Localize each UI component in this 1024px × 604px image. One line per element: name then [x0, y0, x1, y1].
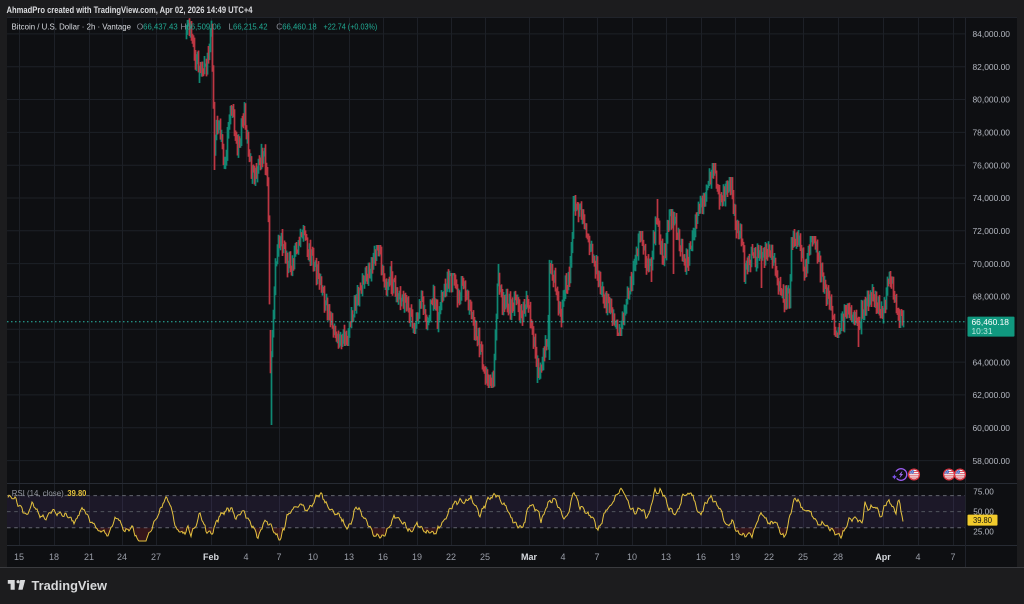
svg-text:39.80: 39.80	[973, 515, 992, 525]
svg-text:58,000.00: 58,000.00	[973, 456, 1011, 466]
svg-text:Bitcoin / U.S. Dollar · 2h · V: Bitcoin / U.S. Dollar · 2h · Vantage	[12, 21, 132, 31]
svg-text:25: 25	[798, 552, 808, 562]
svg-text:80,000.00: 80,000.00	[973, 95, 1011, 105]
svg-text:4: 4	[915, 552, 920, 562]
svg-text:O66,437.43H66,509.06L66,215.42: O66,437.43H66,509.06L66,215.42C66,460.18…	[137, 21, 378, 31]
svg-text:AhmadPro created with TradingV: AhmadPro created with TradingView.com, A…	[7, 5, 253, 15]
svg-text:19: 19	[412, 552, 422, 562]
svg-text:74,000.00: 74,000.00	[973, 193, 1011, 203]
svg-text:Apr: Apr	[875, 552, 891, 562]
svg-text:TradingView: TradingView	[32, 578, 108, 593]
svg-text:72,000.00: 72,000.00	[973, 226, 1011, 236]
svg-text:Mar: Mar	[521, 552, 538, 562]
svg-text:62,000.00: 62,000.00	[973, 390, 1011, 400]
svg-text:10:31: 10:31	[972, 326, 993, 336]
svg-text:82,000.00: 82,000.00	[973, 62, 1011, 72]
svg-text:28: 28	[833, 552, 843, 562]
svg-text:13: 13	[344, 552, 354, 562]
svg-text:15: 15	[14, 552, 24, 562]
svg-text:19: 19	[730, 552, 740, 562]
svg-text:25.00: 25.00	[973, 527, 994, 537]
svg-text:16: 16	[696, 552, 706, 562]
svg-text:22: 22	[764, 552, 774, 562]
svg-text:39.80: 39.80	[67, 489, 87, 498]
svg-text:27: 27	[151, 552, 161, 562]
svg-text:24: 24	[117, 552, 127, 562]
svg-text:4: 4	[243, 552, 248, 562]
svg-text:68,000.00: 68,000.00	[973, 292, 1011, 302]
svg-text:22: 22	[446, 552, 456, 562]
svg-text:78,000.00: 78,000.00	[973, 128, 1011, 138]
svg-text:64,000.00: 64,000.00	[973, 357, 1011, 367]
svg-text:7: 7	[950, 552, 955, 562]
svg-text:7: 7	[276, 552, 281, 562]
svg-text:Feb: Feb	[203, 552, 220, 562]
svg-text:10: 10	[308, 552, 318, 562]
svg-text:16: 16	[378, 552, 388, 562]
svg-text:84,000.00: 84,000.00	[973, 29, 1011, 39]
svg-text:18: 18	[49, 552, 59, 562]
svg-text:10: 10	[627, 552, 637, 562]
svg-text:7: 7	[594, 552, 599, 562]
svg-text:60,000.00: 60,000.00	[973, 423, 1011, 433]
svg-text:76,000.00: 76,000.00	[973, 160, 1011, 170]
svg-text:13: 13	[661, 552, 671, 562]
svg-text:25: 25	[480, 552, 490, 562]
svg-text:70,000.00: 70,000.00	[973, 259, 1011, 269]
svg-text:4: 4	[560, 552, 565, 562]
svg-text:21: 21	[84, 552, 94, 562]
svg-text:RSI (14, close): RSI (14, close)	[12, 489, 64, 498]
svg-text:75.00: 75.00	[973, 487, 994, 497]
